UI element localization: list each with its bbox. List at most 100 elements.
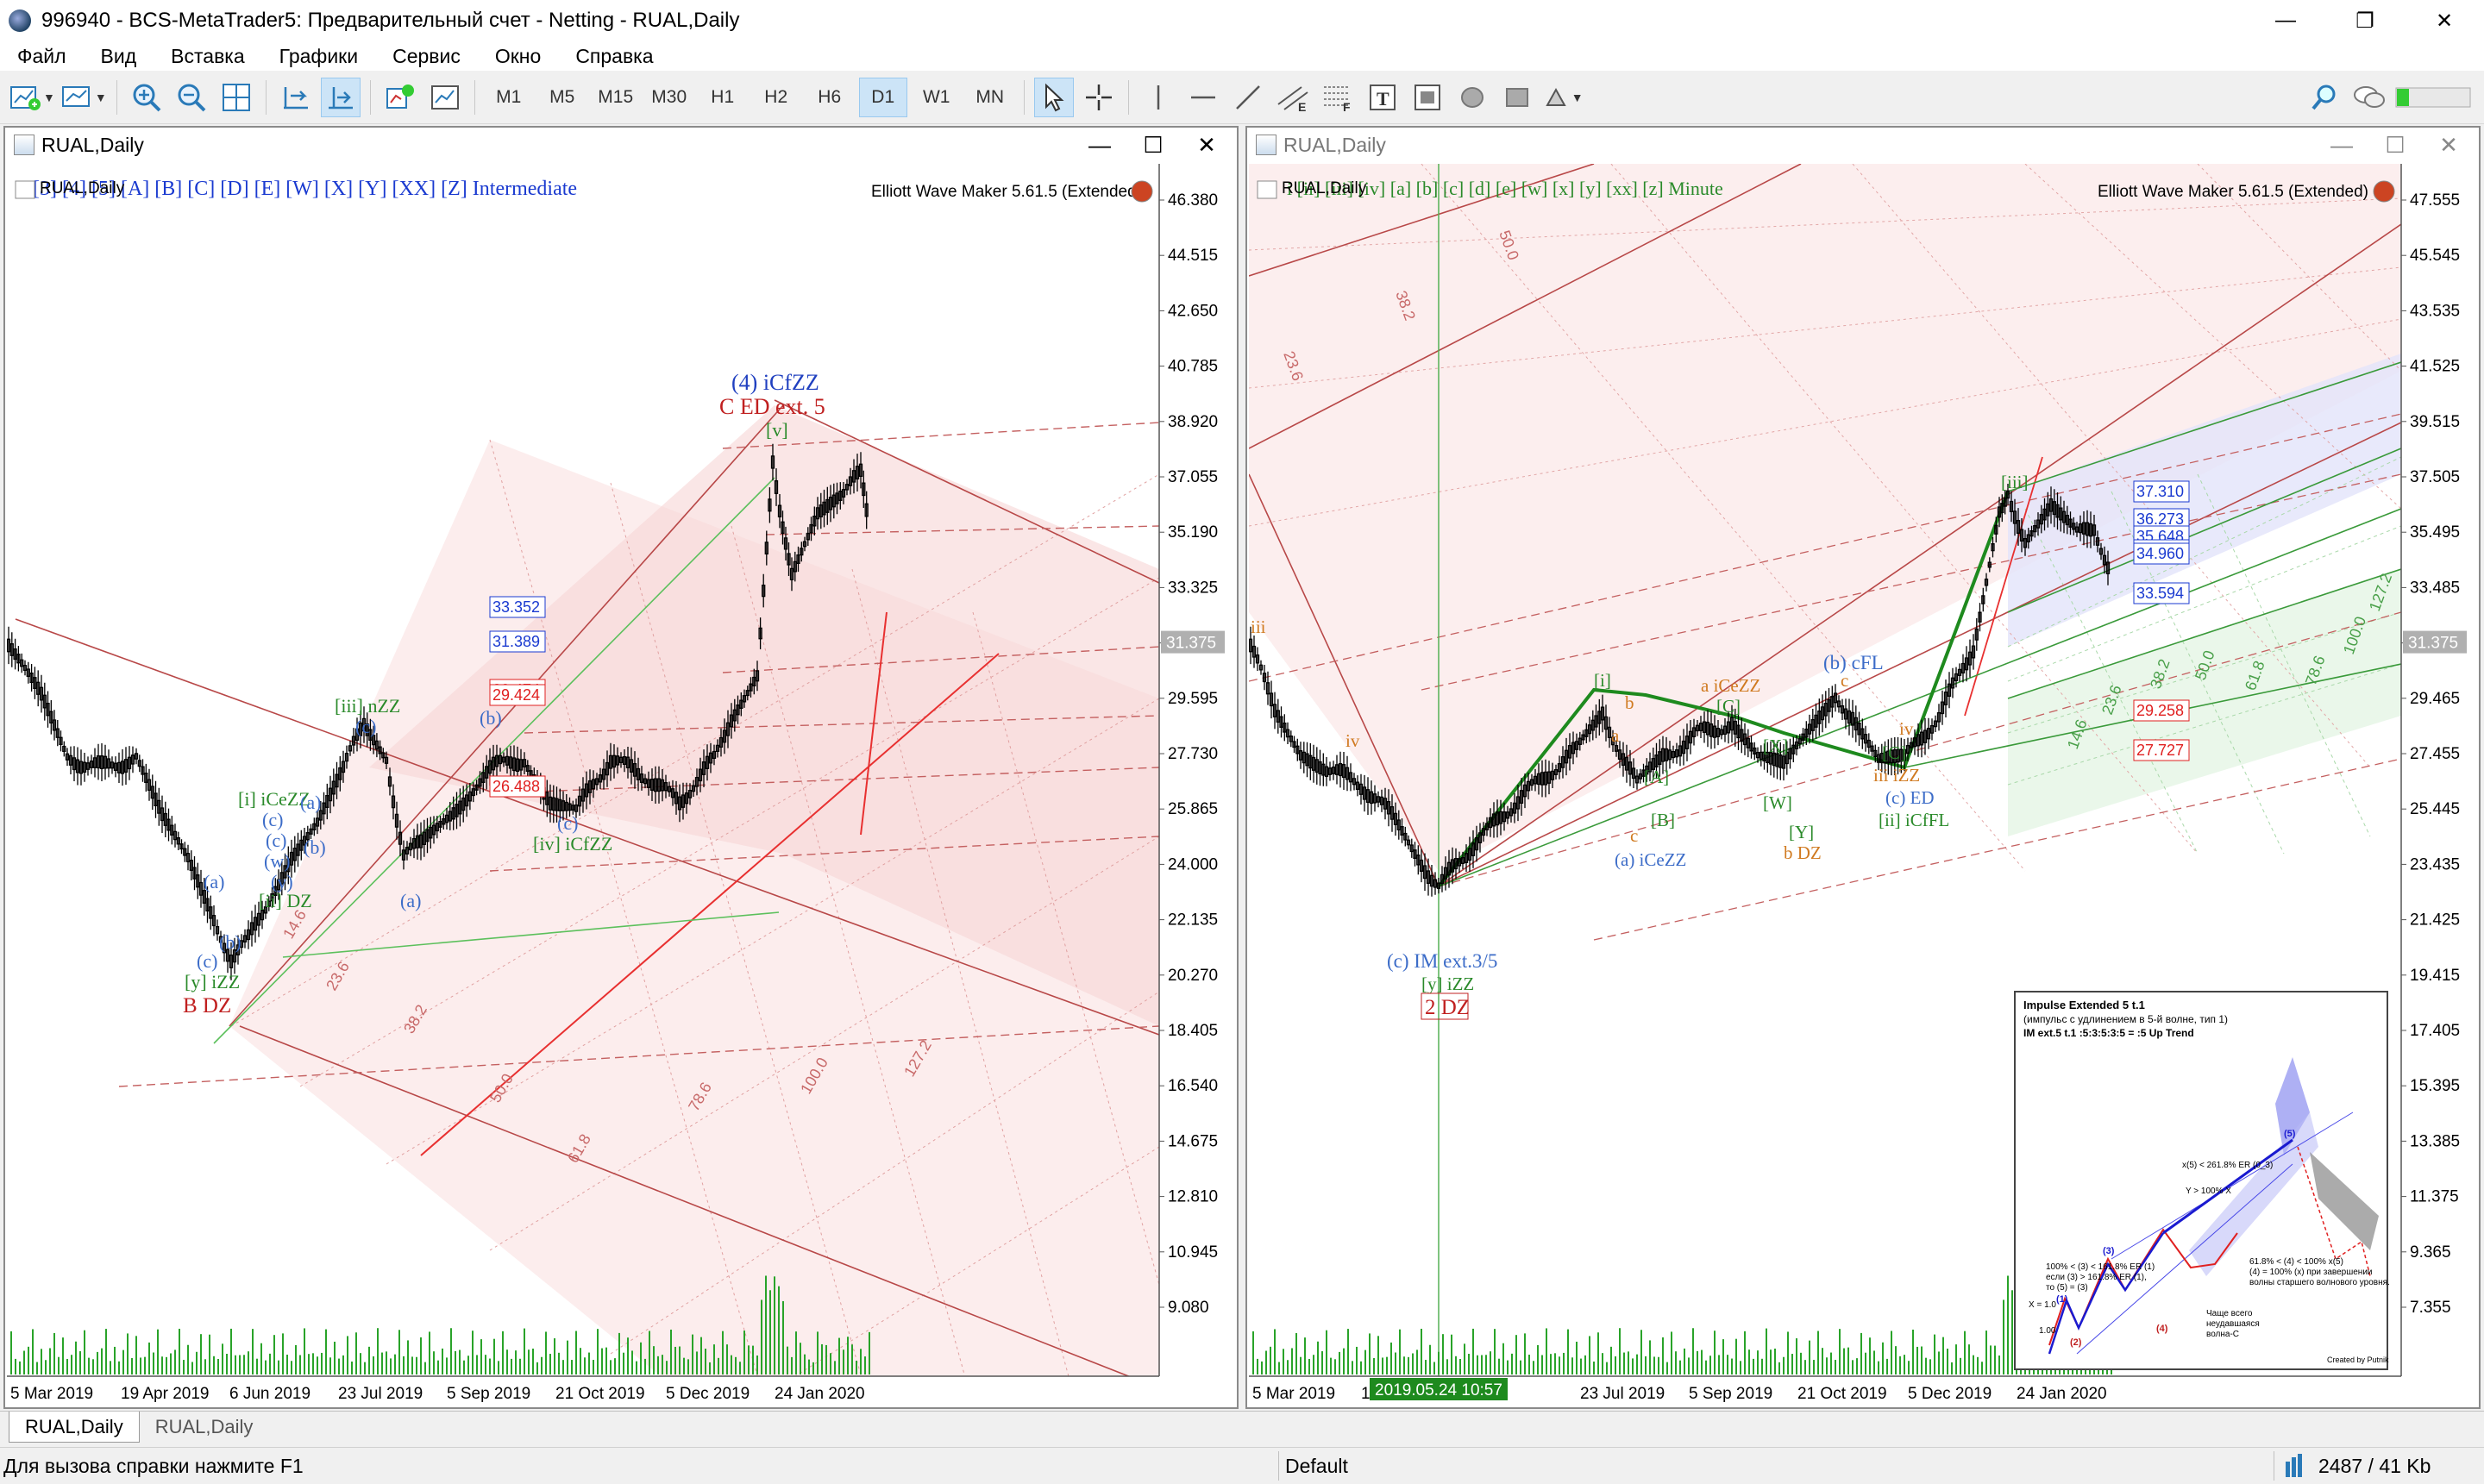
close-icon: ✕ <box>2435 9 2454 33</box>
time-axis[interactable]: 5 Mar 2019 19 Apr 2019 6 Jun 2019 23 Jul 20… <box>10 1385 865 1403</box>
chart-minimize-button[interactable]: — <box>2315 128 2368 162</box>
info-note: волны старшего волнового уровня. <box>2249 1278 2390 1287</box>
window-title: 996940 - BCS-MetaTrader5: Предварительны… <box>41 9 740 32</box>
level-price-label: 29.424 <box>492 686 540 704</box>
timeframe-mn[interactable]: MN <box>966 78 1014 117</box>
profiles-button[interactable]: ▼ <box>60 78 107 117</box>
volume-bars <box>1252 1275 2112 1374</box>
price-tick-label: 29.595 <box>1168 690 1218 708</box>
toolbar: ▼ ▼ M1 M5 M15 M30 H1 H2 H6 D1 W1 MN E F … <box>0 71 2484 124</box>
timeframe-w1[interactable]: W1 <box>913 78 961 117</box>
status-profile[interactable]: Default <box>1285 1455 1348 1478</box>
wave-label: (b) cFL <box>1823 652 1884 673</box>
price-tick-label: 11.375 <box>2410 1188 2459 1206</box>
price-tick-label: 7.355 <box>2410 1299 2451 1317</box>
timeframe-m1[interactable]: M1 <box>485 78 533 117</box>
cursor-button[interactable] <box>1033 77 1074 117</box>
chat-button[interactable] <box>2349 78 2389 117</box>
channel-button[interactable]: E <box>1273 78 1313 117</box>
chart-close-button[interactable]: ✕ <box>2422 128 2475 162</box>
timeframe-h1[interactable]: H1 <box>699 78 747 117</box>
close-icon: ✕ <box>1197 131 1216 158</box>
timeframe-h2[interactable]: H2 <box>752 78 800 117</box>
zoom-out-button[interactable] <box>172 78 211 117</box>
timeframe-m30[interactable]: M30 <box>645 78 693 117</box>
minimize-button[interactable]: — <box>2246 0 2325 41</box>
date-tick-label: 5 Sep 2019 <box>447 1385 530 1403</box>
menu-charts[interactable]: Графики <box>262 45 375 68</box>
chart-maximize-button[interactable]: ☐ <box>2368 128 2422 162</box>
wave-label: [C] <box>1716 696 1741 717</box>
indicators-button[interactable] <box>380 78 420 117</box>
level-price-label: 27.727 <box>2136 742 2184 759</box>
chart-close-button[interactable]: ✕ <box>1180 128 1233 162</box>
wave-label: (b) <box>219 931 242 953</box>
chart-window-title: RUAL,Daily <box>1283 133 1386 156</box>
chart-window-icon <box>14 135 34 155</box>
indicator-logo-icon <box>1131 180 1153 203</box>
new-chart-button[interactable]: ▼ <box>9 78 55 117</box>
chart-tab[interactable]: RUAL,Daily <box>9 1412 140 1443</box>
chart-tab[interactable]: RUAL,Daily <box>140 1412 269 1443</box>
timeframe-h6[interactable]: H6 <box>806 78 854 117</box>
menu-view[interactable]: Вид <box>84 45 154 68</box>
price-tick-label: 12.810 <box>1168 1188 1218 1206</box>
price-tick-label: 9.080 <box>1168 1299 1209 1317</box>
shapes-button[interactable]: ▼ <box>1542 78 1584 117</box>
price-axis[interactable]: 46.380 44.515 42.650 40.785 38.920 37.055 35.1… <box>1159 191 1225 1317</box>
chart-window-left[interactable]: RUAL,Daily — ☐ ✕ (4) iCfZZ C ED ext. 5 [… <box>3 126 1239 1409</box>
templates-button[interactable] <box>425 78 465 117</box>
chart-left-canvas[interactable]: (4) iCfZZ C ED ext. 5 [v] [iii] nZZ (c) … <box>7 164 1239 1409</box>
text-label-button[interactable] <box>1408 78 1447 117</box>
chart-minimize-button[interactable]: — <box>1073 128 1126 162</box>
level-price-label: 31.389 <box>492 633 540 650</box>
chart-window-right[interactable]: RUAL,Daily — ☐ ✕ (c) IM ext.3/5 [y] iZZ … <box>1245 126 2481 1409</box>
wave-label: B DZ <box>183 994 231 1018</box>
tile-windows-button[interactable] <box>216 78 256 117</box>
price-tick-label: 33.325 <box>1168 579 1218 597</box>
wave-label: [y] iZZ <box>1421 974 1474 994</box>
trendline-button[interactable] <box>1228 78 1268 117</box>
menu-help[interactable]: Справка <box>558 45 670 68</box>
menu-file[interactable]: Файл <box>0 45 84 68</box>
ellipse-button[interactable] <box>1452 78 1492 117</box>
menu-window[interactable]: Окно <box>478 45 558 68</box>
elliott-info-panel[interactable]: Impulse Extended 5 t.1 (импульс с удлине… <box>2014 991 2390 1370</box>
maximize-icon: ☐ <box>2385 131 2406 158</box>
date-tick-label: 5 Mar 2019 <box>10 1385 93 1403</box>
price-axis[interactable]: 47.555 45.545 43.535 41.525 39.515 37.505 35.4… <box>2401 191 2467 1317</box>
chart-window-titlebar: RUAL,Daily — ☐ ✕ <box>5 128 1237 162</box>
maximize-button[interactable]: ❐ <box>2325 0 2405 41</box>
chart-maximize-button[interactable]: ☐ <box>1126 128 1180 162</box>
search-button[interactable] <box>2305 78 2344 117</box>
timeframe-m15[interactable]: M15 <box>592 78 640 117</box>
fibo-button[interactable]: F <box>1318 78 1358 117</box>
wave-label: (a) <box>204 871 224 892</box>
timeframe-m5[interactable]: M5 <box>538 78 586 117</box>
horizontal-line-icon <box>1190 96 1215 98</box>
info-note: если (3) > 161.8% ER (1), <box>2046 1273 2147 1282</box>
close-button[interactable]: ✕ <box>2405 0 2484 41</box>
chart-shift-button[interactable] <box>276 78 316 117</box>
price-tick-label: 15.395 <box>2410 1077 2460 1095</box>
wave-label: b DZ <box>1784 842 1822 863</box>
close-icon: ✕ <box>2439 131 2458 158</box>
horizontal-line-button[interactable] <box>1183 78 1223 117</box>
wave-label: C ED ext. 5 <box>719 394 825 419</box>
crosshair-button[interactable] <box>1079 78 1119 117</box>
menu-tools[interactable]: Сервис <box>375 45 478 68</box>
rectangle-button[interactable] <box>1497 78 1537 117</box>
text-button[interactable]: T <box>1363 78 1402 117</box>
zoom-in-button[interactable] <box>127 78 166 117</box>
vertical-line-button[interactable] <box>1138 78 1178 117</box>
ellipse-icon <box>1460 86 1484 108</box>
chart-right-canvas[interactable]: (c) IM ext.3/5 [y] iZZ 2 DZ [i] a b c (a… <box>1249 164 2481 1409</box>
timeframe-d1[interactable]: D1 <box>858 77 907 117</box>
cursor-icon <box>1044 83 1064 111</box>
wave-label: [C] <box>1882 742 1906 763</box>
autoscroll-button[interactable] <box>320 77 361 117</box>
chart-window-title: RUAL,Daily <box>41 133 144 156</box>
menu-insert[interactable]: Вставка <box>154 45 262 68</box>
price-tick-label: 38.920 <box>1168 413 1218 431</box>
text-label-icon <box>1414 84 1440 110</box>
